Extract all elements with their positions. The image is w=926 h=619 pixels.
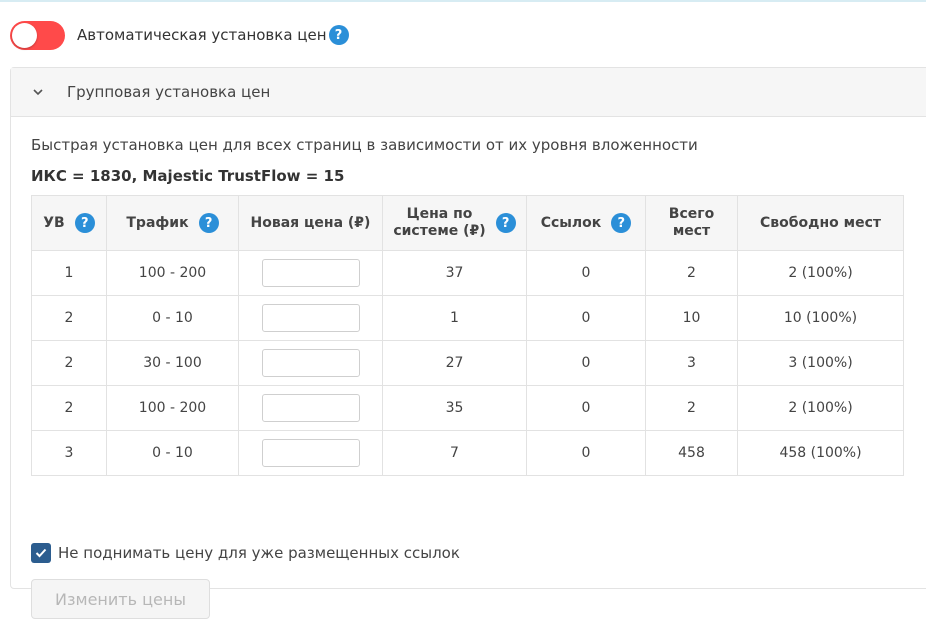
col-level-label: УВ — [43, 214, 65, 231]
col-traffic: Трафик? — [106, 195, 239, 251]
cell-new-price — [238, 340, 383, 386]
check-icon — [35, 548, 47, 558]
auto-pricing-toggle[interactable] — [10, 20, 65, 50]
cell-level: 1 — [31, 250, 107, 296]
col-total: Всего мест — [645, 195, 738, 251]
keep-price-checkbox[interactable] — [31, 543, 51, 563]
table-row: 3 0 - 10 7 0 458 458 (100%) — [31, 430, 904, 476]
cell-links: 0 — [526, 430, 646, 476]
cell-new-price — [238, 250, 383, 296]
table-row: 2 0 - 10 1 0 10 10 (100%) — [31, 295, 904, 341]
cell-traffic: 100 - 200 — [106, 385, 239, 431]
table-row: 2 100 - 200 35 0 2 2 (100%) — [31, 385, 904, 431]
cell-total: 458 — [645, 430, 738, 476]
col-total-line2: мест — [672, 223, 711, 239]
cell-system-price: 37 — [382, 250, 527, 296]
new-price-input[interactable] — [261, 394, 360, 422]
col-system-price-line2: системе (₽) — [393, 223, 486, 239]
cell-total: 3 — [645, 340, 738, 386]
col-system-price: Цена по системе (₽)? — [382, 195, 527, 251]
group-pricing-panel: Групповая установка цен Быстрая установк… — [10, 67, 926, 619]
cell-new-price — [238, 295, 383, 341]
group-pricing-description: Быстрая установка цен для всех страниц в… — [31, 136, 698, 154]
cell-free: 2 (100%) — [737, 385, 904, 431]
help-icon[interactable]: ? — [611, 213, 632, 233]
table-row: 1 100 - 200 37 0 2 2 (100%) — [31, 250, 904, 296]
col-links: Ссылок? — [526, 195, 646, 251]
cell-level: 2 — [31, 340, 107, 386]
cell-traffic: 0 - 10 — [106, 430, 239, 476]
price-table: УВ? Трафик? Новая цена (₽) Цена по систем… — [31, 195, 904, 476]
chevron-down-icon[interactable] — [32, 88, 48, 96]
cell-free: 3 (100%) — [737, 340, 904, 386]
cell-level: 2 — [31, 385, 107, 431]
cell-free: 10 (100%) — [737, 295, 904, 341]
col-total-line1: Всего — [668, 206, 715, 222]
cell-traffic: 30 - 100 — [106, 340, 239, 386]
price-table-wrapper: УВ? Трафик? Новая цена (₽) Цена по систем… — [31, 195, 904, 476]
new-price-input[interactable] — [261, 304, 360, 332]
cell-links: 0 — [526, 295, 646, 341]
cell-links: 0 — [526, 340, 646, 386]
group-pricing-title: Групповая установка цен — [67, 83, 271, 101]
col-traffic-label: Трафик — [126, 214, 189, 231]
new-price-input[interactable] — [261, 439, 360, 467]
auto-pricing-row: Автоматическая установка цен ? — [10, 20, 349, 50]
group-pricing-header[interactable]: Групповая установка цен — [11, 68, 926, 117]
col-system-price-line1: Цена по — [406, 206, 473, 222]
cell-total: 2 — [645, 385, 738, 431]
cell-system-price: 35 — [382, 385, 527, 431]
cell-system-price: 7 — [382, 430, 527, 476]
cell-system-price: 27 — [382, 340, 527, 386]
cell-links: 0 — [526, 250, 646, 296]
cell-level: 3 — [31, 430, 107, 476]
col-level: УВ? — [31, 195, 107, 251]
keep-price-label[interactable]: Не поднимать цену для уже размещенных сс… — [58, 544, 460, 562]
col-new-price: Новая цена (₽) — [238, 195, 383, 251]
cell-new-price — [238, 385, 383, 431]
col-free: Свободно мест — [737, 195, 904, 251]
help-icon[interactable]: ? — [198, 213, 219, 233]
cell-system-price: 1 — [382, 295, 527, 341]
col-links-label: Ссылок — [540, 214, 602, 231]
keep-price-row: Не поднимать цену для уже размещенных сс… — [31, 543, 460, 563]
top-border — [0, 0, 926, 2]
help-icon[interactable]: ? — [495, 213, 516, 233]
cell-free: 2 (100%) — [737, 250, 904, 296]
new-price-input[interactable] — [261, 259, 360, 287]
col-system-price-label: Цена по системе (₽) — [393, 206, 485, 240]
cell-links: 0 — [526, 385, 646, 431]
table-header-row: УВ? Трафик? Новая цена (₽) Цена по систем… — [31, 195, 904, 251]
cell-free: 458 (100%) — [737, 430, 904, 476]
cell-total: 10 — [645, 295, 738, 341]
auto-pricing-label: Автоматическая установка цен — [77, 26, 327, 44]
site-stats: ИКС = 1830, Majestic TrustFlow = 15 — [31, 167, 345, 185]
cell-traffic: 0 - 10 — [106, 295, 239, 341]
cell-new-price — [238, 430, 383, 476]
new-price-input[interactable] — [261, 349, 360, 377]
help-icon[interactable]: ? — [328, 25, 349, 45]
cell-level: 2 — [31, 295, 107, 341]
change-prices-button[interactable]: Изменить цены — [31, 579, 210, 619]
cell-traffic: 100 - 200 — [106, 250, 239, 296]
toggle-knob — [12, 22, 37, 48]
help-icon[interactable]: ? — [74, 213, 95, 233]
cell-total: 2 — [645, 250, 738, 296]
table-row: 2 30 - 100 27 0 3 3 (100%) — [31, 340, 904, 386]
